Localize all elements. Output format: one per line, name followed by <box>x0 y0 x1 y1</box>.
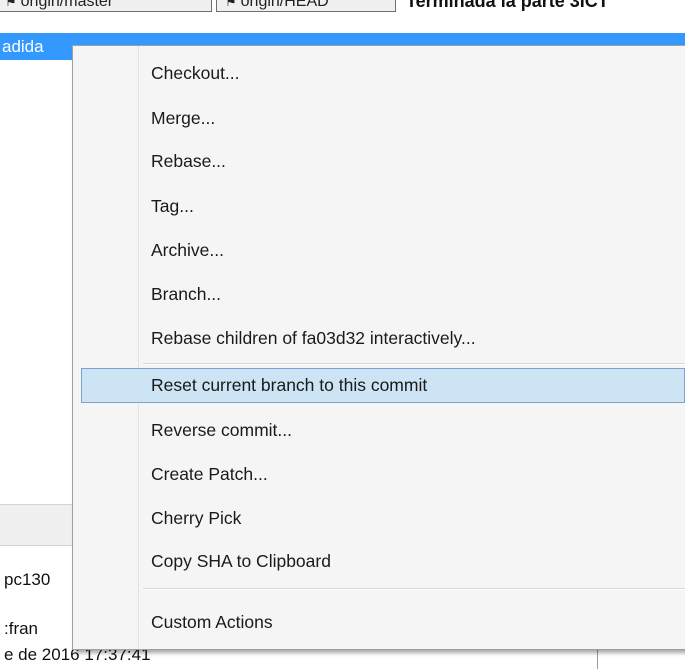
commit-context-menu: Checkout... Merge... Rebase... Tag... Ar… <box>72 45 685 650</box>
menu-separator <box>143 363 685 365</box>
tag-icon: ⚑ <box>5 0 17 9</box>
commit-message: Terminada la parte 3ICT <box>406 0 609 11</box>
tag-icon: ⚑ <box>225 0 237 9</box>
menu-item-reverse-commit[interactable]: Reverse commit... <box>81 413 685 448</box>
commit-author-text: :fran <box>4 619 39 638</box>
menu-item-create-patch[interactable]: Create Patch... <box>81 457 685 492</box>
screen: ⚑ origin/master ⚑ origin/HEAD Terminada la… <box>0 0 685 669</box>
menu-item-reset-current-branch[interactable]: Reset current branch to this commit <box>81 368 685 403</box>
branch-chip-label: origin/master <box>20 0 114 10</box>
selected-commit-text: adida <box>2 37 44 56</box>
commit-sha-text: pc130 <box>4 570 51 589</box>
branch-chip-label: origin/HEAD <box>240 0 329 10</box>
branch-chip-origin-head[interactable]: ⚑ origin/HEAD <box>216 0 396 12</box>
menu-item-copy-sha[interactable]: Copy SHA to Clipboard <box>81 544 685 579</box>
menu-item-branch[interactable]: Branch... <box>81 277 685 312</box>
menu-item-custom-actions[interactable]: Custom Actions <box>81 605 685 640</box>
branch-chip-origin-master[interactable]: ⚑ origin/master <box>0 0 212 12</box>
menu-item-cherry-pick[interactable]: Cherry Pick <box>81 501 685 536</box>
menu-item-rebase-children[interactable]: Rebase children of fa03d32 interactively… <box>81 321 685 356</box>
menu-item-rebase[interactable]: Rebase... <box>81 144 685 179</box>
menu-item-merge[interactable]: Merge... <box>81 101 685 136</box>
menu-separator <box>143 588 685 590</box>
menu-item-archive[interactable]: Archive... <box>81 233 685 268</box>
menu-item-checkout[interactable]: Checkout... <box>81 56 685 91</box>
commit-graph-header-row: ⚑ origin/master ⚑ origin/HEAD Terminada la… <box>0 0 685 22</box>
menu-item-tag[interactable]: Tag... <box>81 189 685 224</box>
